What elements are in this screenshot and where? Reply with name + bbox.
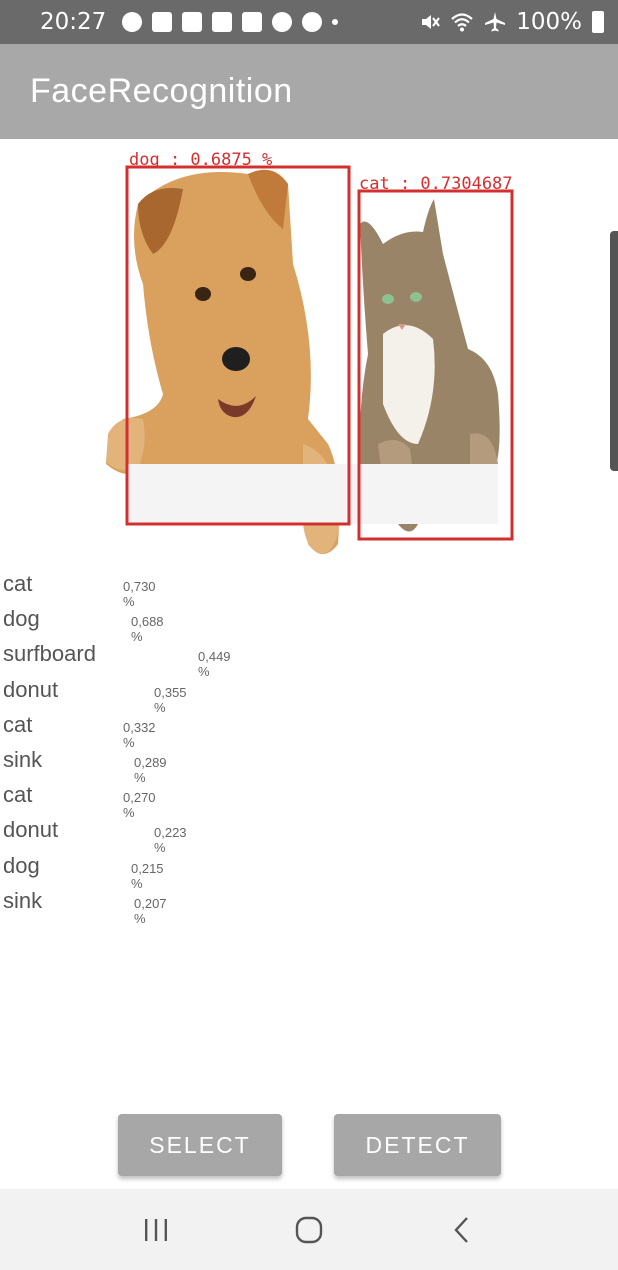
recents-button[interactable] xyxy=(126,1200,186,1260)
detection-score: 0,215 % xyxy=(131,860,164,891)
account-icon xyxy=(122,12,143,32)
scroll-indicator[interactable] xyxy=(610,231,618,471)
detection-label: dog xyxy=(3,852,40,878)
status-time: 20:27 xyxy=(40,9,107,35)
result-image: dog : 0.6875 % cat : 0.7304687 xyxy=(98,144,520,564)
detection-label: sink xyxy=(3,887,43,913)
detection-label: donut xyxy=(3,676,59,702)
mail-icon xyxy=(212,12,233,32)
detection-label: surfboard xyxy=(3,641,96,667)
folder-icon xyxy=(152,12,173,32)
detection-score: 0,207 % xyxy=(134,895,167,926)
detection-label: cat xyxy=(3,571,33,596)
mute-icon xyxy=(422,15,441,29)
wifi-icon xyxy=(451,13,473,32)
usb-icon xyxy=(272,12,293,32)
home-icon xyxy=(295,1216,323,1243)
dog-box-label: dog : 0.6875 % xyxy=(129,150,272,170)
back-button[interactable] xyxy=(432,1200,492,1260)
app-title: FaceRecognition xyxy=(30,72,293,110)
cloud-icon xyxy=(302,12,323,32)
cat-box-label: cat : 0.7304687 xyxy=(359,174,513,194)
airplane-icon xyxy=(485,12,506,32)
battery-icon xyxy=(592,11,604,33)
navigation-bar xyxy=(0,1189,618,1270)
app-bar: FaceRecognition xyxy=(0,44,618,139)
detection-score: 0,270 % xyxy=(123,790,156,821)
detection-label: dog xyxy=(3,606,40,632)
detection-score: 0,449 % xyxy=(198,649,231,680)
detect-button[interactable]: DETECT xyxy=(334,1114,501,1176)
detection-score: 0,730 % xyxy=(123,579,156,609)
home-button[interactable] xyxy=(279,1200,339,1260)
detection-label: donut xyxy=(3,817,59,843)
gallery-icon xyxy=(182,12,203,32)
detection-score: 0,332 % xyxy=(123,719,156,750)
checkbox-icon xyxy=(242,12,263,32)
detection-score: 0,289 % xyxy=(134,754,167,785)
detection-label: cat xyxy=(3,782,33,808)
detection-score: 0,355 % xyxy=(154,684,187,715)
detection-score: 0,223 % xyxy=(154,825,187,856)
detection-label: cat xyxy=(3,711,33,737)
battery-level: 100% xyxy=(516,9,582,35)
detection-label: sink xyxy=(3,746,43,772)
select-button[interactable]: SELECT xyxy=(118,1114,282,1176)
content-area: dog : 0.6875 % cat : 0.7304687 cat 0,730… xyxy=(0,139,618,1189)
dot-icon xyxy=(332,19,339,25)
detection-score: 0,688 % xyxy=(131,614,164,645)
status-bar: 20:27 100% xyxy=(0,0,618,44)
back-icon xyxy=(454,1216,468,1243)
recents-icon xyxy=(145,1218,168,1241)
